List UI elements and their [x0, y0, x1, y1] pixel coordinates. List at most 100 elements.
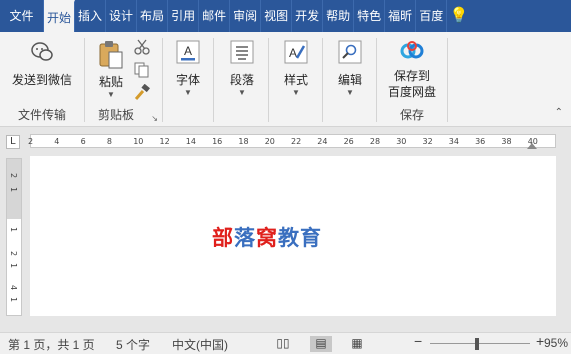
ruler-tick-label: 16 — [212, 137, 223, 146]
save-to-baidu-button[interactable]: 保存到 百度网盘 — [383, 40, 441, 100]
vertical-ruler: 2 1 1 2 1 4 1 — [6, 158, 22, 316]
ruler-tick-label: 14 — [185, 137, 196, 146]
vertical-ruler-tick: 1 — [9, 297, 18, 303]
paragraph-icon — [230, 40, 254, 64]
styles-dropdown-icon: ▼ — [292, 88, 300, 97]
ruler-tick-label: 18 — [238, 137, 249, 146]
language[interactable]: 中文(中国) — [172, 336, 228, 353]
tell-me-lightbulb-icon[interactable]: 💡 — [447, 0, 471, 32]
ruler-tick-label: 34 — [448, 137, 459, 146]
tab-layout[interactable]: 布局 — [137, 0, 169, 32]
document-char: 教 — [278, 225, 300, 250]
ruler-tick-label: 2 — [28, 137, 34, 146]
tab-stop-selector[interactable]: L — [6, 135, 20, 149]
status-bar: 第 1 页，共 1 页 5 个字 中文(中国) ▯▯ ▤ ▦ − + 95% — [0, 332, 571, 354]
svg-text:A: A — [289, 46, 297, 60]
zoom-level[interactable]: 95% — [544, 336, 568, 350]
document-char: 育 — [300, 225, 322, 250]
styles-button[interactable]: A 样式 ▼ — [276, 40, 316, 98]
document-char: 窝 — [256, 225, 278, 250]
tab-foxit[interactable]: 福昕 — [385, 0, 417, 32]
zoom-slider-thumb[interactable] — [475, 338, 479, 350]
print-layout-icon[interactable]: ▤ — [310, 336, 332, 352]
ruler-tick-label: 26 — [343, 137, 354, 146]
tab-references[interactable]: 引用 — [168, 0, 200, 32]
ruler-tick-label: 30 — [396, 137, 407, 146]
ruler-tick-label: 28 — [369, 137, 381, 146]
svg-text:A: A — [184, 44, 192, 58]
font-icon: A — [176, 40, 200, 64]
tab-review[interactable]: 审阅 — [230, 0, 262, 32]
tab-insert[interactable]: 插入 — [75, 0, 107, 32]
group-label-save: 保存 — [399, 108, 424, 122]
document-text[interactable]: 部落窝教育 — [212, 222, 322, 252]
font-dropdown-icon: ▼ — [184, 88, 192, 97]
ruler-tick-label: 4 — [54, 137, 60, 146]
cut-icon[interactable] — [133, 38, 151, 56]
vertical-ruler-tick: 2 — [9, 173, 18, 179]
web-layout-icon[interactable]: ▦ — [346, 336, 368, 352]
paste-label: 粘贴 — [98, 75, 123, 89]
editing-button[interactable]: 编辑 ▼ — [330, 40, 370, 98]
document-char: 部 — [212, 225, 234, 250]
ruler-tick-label: 12 — [159, 137, 170, 146]
paragraph-dropdown-icon: ▼ — [238, 88, 246, 97]
send-to-wechat-label: 发送到微信 — [11, 73, 72, 87]
tab-help[interactable]: 帮助 — [323, 0, 355, 32]
tab-developer[interactable]: 开发 — [292, 0, 324, 32]
styles-label: 样式 — [283, 73, 308, 87]
dialog-launcher-icon[interactable]: ↘ — [151, 114, 158, 123]
group-divider — [447, 38, 448, 122]
ruler-tick-label: 22 — [291, 137, 302, 146]
copy-icon[interactable] — [133, 61, 151, 79]
ruler-tick-label: 20 — [264, 137, 275, 146]
right-indent-marker[interactable] — [527, 143, 537, 149]
baidu-netdisk-icon — [400, 41, 424, 59]
group-clipboard: 粘贴 ▼ 剪贴板 ↘ — [85, 32, 161, 127]
paste-button[interactable]: 粘贴 ▼ — [91, 40, 131, 100]
ruler-strip: 2 4 6 8 10 12 14 16 18 20 22 24 26 28 30 32 34 36 38 40 — [28, 134, 556, 149]
page-count[interactable]: 第 1 页，共 1 页 — [8, 336, 95, 353]
group-divider — [162, 38, 163, 122]
paragraph-label: 段落 — [229, 73, 254, 87]
tab-mailings[interactable]: 邮件 — [199, 0, 231, 32]
horizontal-ruler: L 2 4 6 8 10 12 14 16 18 20 22 24 26 28 30 32 34 36 38 40 — [0, 128, 571, 154]
word-count[interactable]: 5 个字 — [116, 336, 150, 353]
paragraph-button[interactable]: 段落 ▼ — [222, 40, 262, 98]
ribbon-tab-bar: 文件 开始 插入 设计 布局 引用 邮件 审阅 视图 开发 帮助 特色 福昕 百度 💡 — [0, 0, 571, 32]
group-divider — [213, 38, 214, 122]
tab-design[interactable]: 设计 — [106, 0, 138, 32]
vertical-ruler-tick: 2 — [9, 251, 18, 257]
ruler-tick-label: 6 — [80, 137, 86, 146]
editing-label: 编辑 — [337, 73, 362, 87]
vertical-ruler-tick: 1 — [9, 227, 18, 233]
ruler-tick-label: 38 — [501, 137, 512, 146]
save-to-label-2: 百度网盘 — [387, 85, 436, 99]
tab-file[interactable]: 文件 — [0, 0, 44, 32]
zoom-out-button[interactable]: − — [414, 333, 422, 349]
format-painter-icon[interactable] — [133, 84, 151, 102]
collapse-ribbon-icon[interactable]: ⌃ — [555, 107, 563, 118]
zoom-slider[interactable] — [430, 339, 530, 348]
tab-featured[interactable]: 特色 — [354, 0, 386, 32]
clipboard-paste-icon — [99, 41, 123, 69]
vertical-ruler-tick: 1 — [9, 187, 18, 193]
ruler-tick-label: 36 — [475, 137, 486, 146]
ruler-tick-label: 24 — [317, 137, 328, 146]
save-to-label-1: 保存到 — [393, 69, 430, 83]
zoom-in-button[interactable]: + — [536, 333, 544, 349]
group-label-clipboard: 剪贴板 — [97, 108, 134, 122]
paste-dropdown-icon[interactable]: ▼ — [91, 90, 131, 100]
ruler-tick-label: 8 — [106, 137, 112, 146]
document-page[interactable]: 部落窝教育 — [30, 156, 556, 316]
send-to-wechat-button[interactable]: 发送到微信 — [8, 40, 76, 88]
tab-view[interactable]: 视图 — [261, 0, 293, 32]
ribbon: 发送到微信 文件传输 粘贴 ▼ 剪贴板 ↘ A 字体 ▼ 段落 ▼ A 样式 ▼… — [0, 32, 571, 127]
styles-icon: A — [284, 40, 308, 64]
tab-home[interactable]: 开始 — [44, 0, 76, 32]
tab-baidu[interactable]: 百度 — [416, 0, 448, 32]
read-mode-icon[interactable]: ▯▯ — [272, 336, 294, 352]
wechat-icon — [31, 42, 53, 61]
group-label-file-transfer: 文件传输 — [17, 108, 66, 122]
font-button[interactable]: A 字体 ▼ — [168, 40, 208, 98]
